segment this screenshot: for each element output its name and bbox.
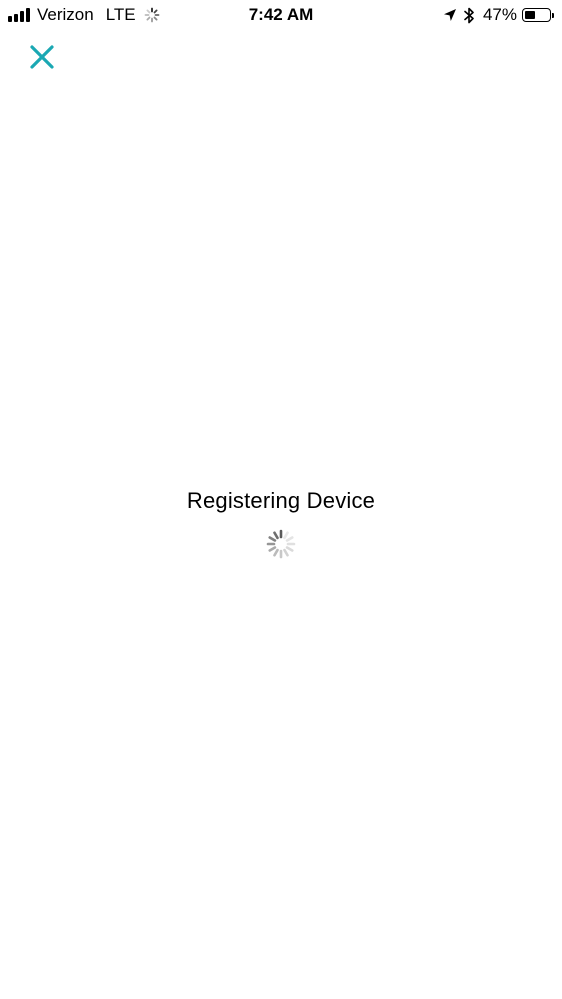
spinner-spoke [285, 536, 294, 542]
battery-percent: 47% [482, 5, 517, 24]
loading-title: Registering Device [186, 488, 376, 513]
status-right: 47% [443, 4, 554, 26]
spinner-spoke [273, 531, 279, 540]
spinner-spoke [268, 536, 277, 542]
bluetooth-icon [464, 7, 474, 23]
spinner-spoke [285, 546, 294, 552]
spinner-spoke [273, 548, 279, 557]
close-icon [30, 45, 54, 69]
location-arrow-icon [443, 9, 456, 21]
spinner-spoke [268, 546, 277, 552]
spinner-spoke [283, 548, 289, 557]
battery-fill [525, 11, 536, 19]
battery-icon [522, 8, 551, 22]
status-bar: Verizon LTE 7:42 AM 47% [0, 0, 562, 30]
battery-nub [552, 12, 554, 18]
spinner-spoke [283, 531, 289, 540]
close-button[interactable] [24, 40, 60, 76]
loading-spinner-icon [266, 529, 296, 559]
